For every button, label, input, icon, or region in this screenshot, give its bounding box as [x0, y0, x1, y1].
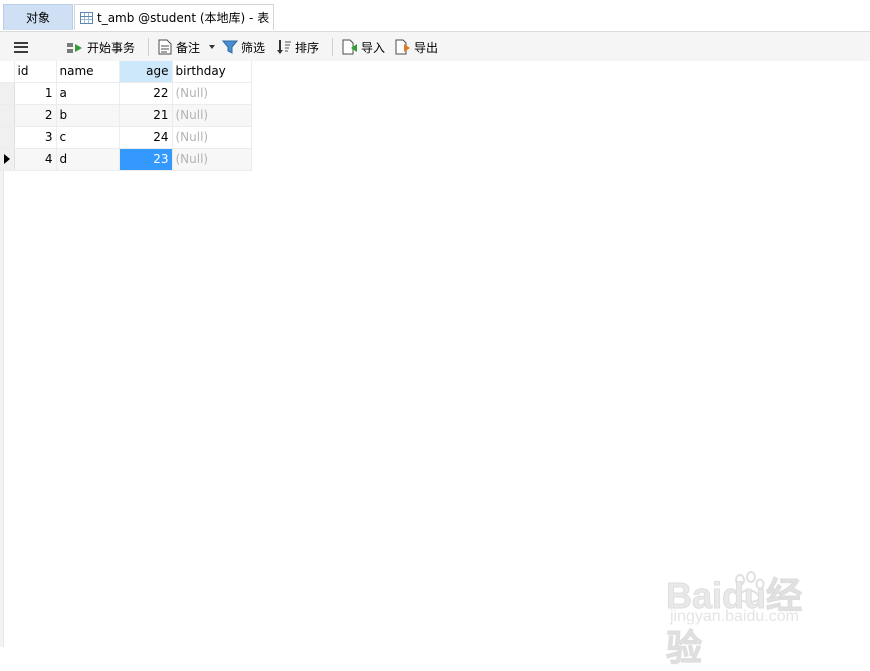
begin-transaction-icon	[67, 42, 82, 53]
begin-transaction-label: 开始事务	[87, 40, 136, 55]
row-selector[interactable]	[0, 148, 15, 171]
cell-birthday[interactable]: (Null)	[172, 104, 252, 127]
comment-icon	[158, 39, 172, 55]
data-grid: id name age birthday 1 a 22 (Null) 2 b 2…	[0, 61, 252, 171]
table-icon	[80, 11, 93, 24]
menu-button[interactable]	[14, 36, 28, 58]
grid-left-edge	[0, 171, 4, 647]
cell-name[interactable]: b	[56, 104, 120, 127]
table-row[interactable]: 1 a 22 (Null)	[0, 82, 252, 105]
menu-icon	[14, 41, 28, 53]
column-header-birthday[interactable]: birthday	[172, 61, 252, 83]
tab-bar: 对象 t_amb @student (本地库) - 表	[0, 0, 870, 32]
cell-age-selected[interactable]: 23	[119, 148, 173, 171]
cell-name[interactable]: d	[56, 148, 120, 171]
cell-id[interactable]: 4	[14, 148, 57, 171]
cell-birthday[interactable]: (Null)	[172, 82, 252, 105]
cell-id[interactable]: 1	[14, 82, 57, 105]
column-header-name[interactable]: name	[56, 61, 120, 83]
toolbar-separator	[148, 38, 149, 56]
column-header-id[interactable]: id	[14, 61, 57, 83]
sort-label: 排序	[295, 40, 320, 55]
table-row[interactable]: 3 c 24 (Null)	[0, 126, 252, 149]
begin-transaction-button[interactable]: 开始事务	[66, 36, 135, 58]
column-header-age[interactable]: age	[119, 61, 173, 83]
comment-button[interactable]: 备注	[158, 36, 218, 58]
baidu-jingyan-watermark: Baidu经验 jingyan.baidu.com	[666, 567, 836, 669]
tab-objects[interactable]: 对象	[3, 4, 73, 30]
cell-age[interactable]: 24	[119, 126, 173, 149]
sort-icon	[277, 40, 291, 54]
export-label: 导出	[414, 40, 439, 55]
cell-age[interactable]: 21	[119, 104, 173, 127]
import-label: 导入	[361, 40, 386, 55]
filter-icon	[222, 40, 238, 54]
row-selector[interactable]	[0, 126, 15, 149]
export-button[interactable]: 导出	[395, 36, 438, 58]
dropdown-icon[interactable]	[206, 43, 218, 51]
tab-table-label: t_amb @student (本地库) - 表	[97, 11, 270, 25]
import-button[interactable]: 导入	[342, 36, 385, 58]
cell-age[interactable]: 22	[119, 82, 173, 105]
cell-name[interactable]: c	[56, 126, 120, 149]
toolbar: 开始事务 备注 筛选 排序 导入 导出	[0, 32, 870, 61]
filter-button[interactable]: 筛选	[222, 36, 265, 58]
cell-birthday[interactable]: (Null)	[172, 126, 252, 149]
cell-name[interactable]: a	[56, 82, 120, 105]
table-row[interactable]: 2 b 21 (Null)	[0, 104, 252, 127]
tab-table-t-amb[interactable]: t_amb @student (本地库) - 表	[74, 4, 274, 30]
cell-id[interactable]: 3	[14, 126, 57, 149]
row-header-corner	[0, 61, 15, 83]
export-icon	[395, 39, 410, 55]
table-row[interactable]: 4 d 23 (Null)	[0, 148, 252, 171]
row-selector[interactable]	[0, 82, 15, 105]
sort-button[interactable]: 排序	[276, 36, 319, 58]
grid-header-row: id name age birthday	[0, 61, 252, 83]
row-selector[interactable]	[0, 104, 15, 127]
filter-label: 筛选	[241, 40, 266, 55]
row-pointer-icon	[4, 154, 10, 164]
cell-birthday[interactable]: (Null)	[172, 148, 252, 171]
import-icon	[342, 39, 357, 55]
toolbar-separator	[332, 38, 333, 56]
comment-label: 备注	[176, 40, 201, 55]
watermark-url: jingyan.baidu.com	[670, 608, 799, 625]
tab-objects-label: 对象	[25, 11, 50, 25]
cell-id[interactable]: 2	[14, 104, 57, 127]
